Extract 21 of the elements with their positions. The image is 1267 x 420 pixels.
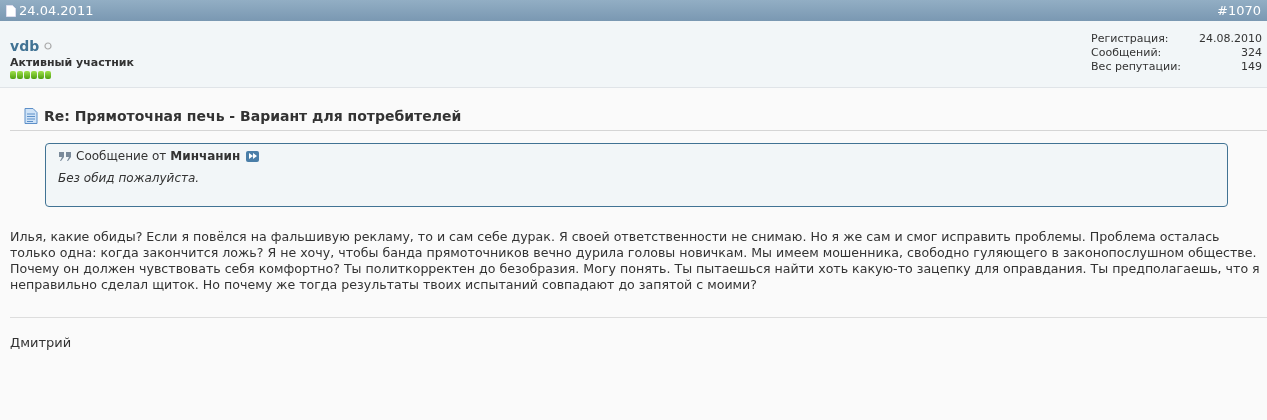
stat-label: Регистрация: — [1091, 32, 1170, 46]
quote-text: Без обид пожалуйста. — [58, 171, 201, 185]
stat-value: 149 — [1240, 60, 1262, 74]
post-title: Re: Прямоточная печь - Вариант для потребителей — [44, 108, 462, 124]
quote-label: Сообщение от — [76, 149, 167, 163]
stat-label: Сообщений: — [1091, 46, 1163, 60]
document-icon — [24, 108, 38, 124]
signature: Дмитрий — [10, 335, 73, 350]
stat-value: 324 — [1240, 46, 1262, 60]
post-number-link[interactable]: #1070 — [1217, 3, 1261, 18]
quote-icon — [58, 150, 72, 162]
user-rank: Активный участник — [10, 56, 134, 69]
username-link[interactable]: vdb — [10, 38, 40, 54]
post-message: Илья, какие обиды? Если я повёлся на фальшивую рекламу, то и сам себе дурак. Я своей ответственности не снимаю. Но я же сам и смог исправить проблемы. Проблема осталась только одна: когда закончится ложь? Я не хочу, чтобы банда прямоточников вечно дурила головы новичкам. Мы имеем мошенника, свободно гуляющего в законопослушном обществе. Почему он должен чувствовать себя комфортно? Ты политкорректен до безобразия. Могу понять. Ты пытаешься найти хоть какую-то зацепку для оправдания. Ты предполагаешь, что я неправильно сделал щиток. Но почему же тогда результаты твоих испытаний совпадают до запятой с моими? — [10, 229, 1261, 293]
view-post-button[interactable] — [246, 150, 260, 162]
stat-label: Вес репутации: — [1091, 60, 1181, 74]
double-arrow-icon — [248, 153, 257, 159]
quote-author: Минчанин — [170, 149, 241, 163]
stat-value: 24.08.2010 — [1199, 32, 1262, 46]
post-date: 24.04.2011 — [19, 3, 94, 18]
document-icon — [6, 4, 16, 17]
